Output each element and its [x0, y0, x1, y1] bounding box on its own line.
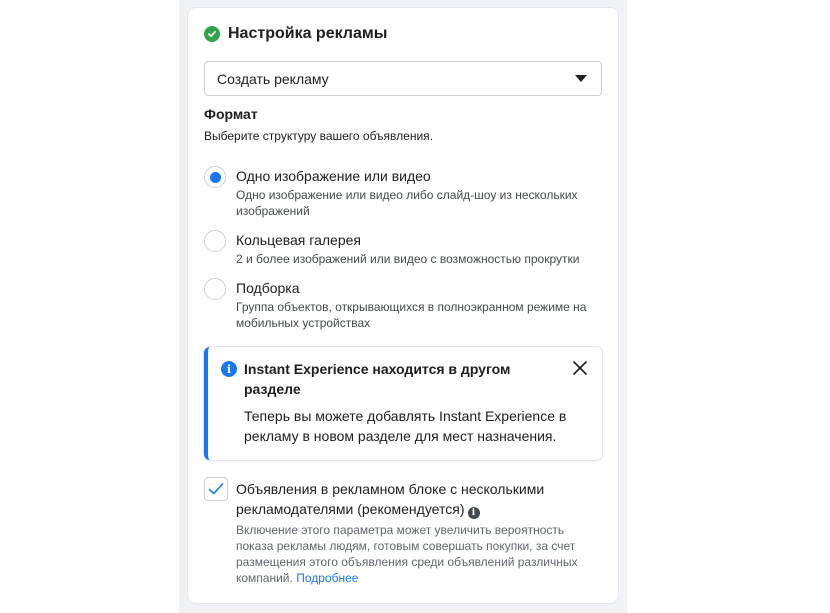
radio-button[interactable]	[204, 278, 226, 300]
learn-more-link[interactable]: Подробнее	[296, 571, 358, 585]
multi-advertiser-label-text: Объявления в рекламном блоке с нескольки…	[236, 481, 545, 517]
option-label: Одно изображение или видео	[236, 168, 431, 184]
notice-body: Теперь вы можете добавлять Instant Exper…	[244, 408, 567, 444]
info-icon[interactable]: i	[467, 507, 480, 519]
format-option-collection[interactable]: Подборка Группа объектов, открывающихся …	[204, 278, 604, 331]
info-icon: i	[221, 361, 237, 377]
option-label: Подборка	[236, 280, 300, 296]
option-description: Группа объектов, открывающихся в полноэк…	[236, 300, 587, 330]
checkmark-icon	[208, 483, 224, 495]
multi-advertiser-description: Включение этого параметра может увеличит…	[236, 522, 586, 586]
close-icon[interactable]	[572, 360, 588, 376]
card-header: Настройка рекламы	[204, 25, 387, 43]
format-title: Формат	[204, 106, 258, 122]
format-subtitle: Выберите структуру вашего объявления.	[204, 129, 433, 143]
notice-title: Instant Experience находится в другом ра…	[244, 361, 511, 397]
format-option-carousel[interactable]: Кольцевая галерея 2 и более изображений …	[204, 230, 604, 267]
ad-setup-dropdown[interactable]: Создать рекламу	[204, 61, 602, 96]
description-text: Включение этого параметра может увеличит…	[236, 523, 578, 585]
option-label: Кольцевая галерея	[236, 232, 361, 248]
radio-button-selected[interactable]	[204, 166, 226, 188]
instant-experience-notice: i Instant Experience находится в другом …	[204, 347, 602, 460]
multi-advertiser-checkbox[interactable]	[204, 477, 228, 501]
card-title: Настройка рекламы	[228, 25, 388, 42]
option-description: 2 и более изображений или видео с возмож…	[236, 252, 580, 266]
dropdown-value: Создать рекламу	[217, 70, 329, 87]
check-circle-icon	[204, 26, 220, 42]
option-description: Одно изображение или видео либо слайд-шо…	[236, 188, 578, 218]
caret-down-icon	[575, 75, 587, 82]
format-option-single-image[interactable]: Одно изображение или видео Одно изображе…	[204, 166, 604, 219]
ad-setup-card: Настройка рекламы Создать рекламу Формат…	[188, 8, 618, 603]
multi-advertiser-label: Объявления в рекламном блоке с нескольки…	[236, 479, 566, 519]
radio-button[interactable]	[204, 230, 226, 252]
